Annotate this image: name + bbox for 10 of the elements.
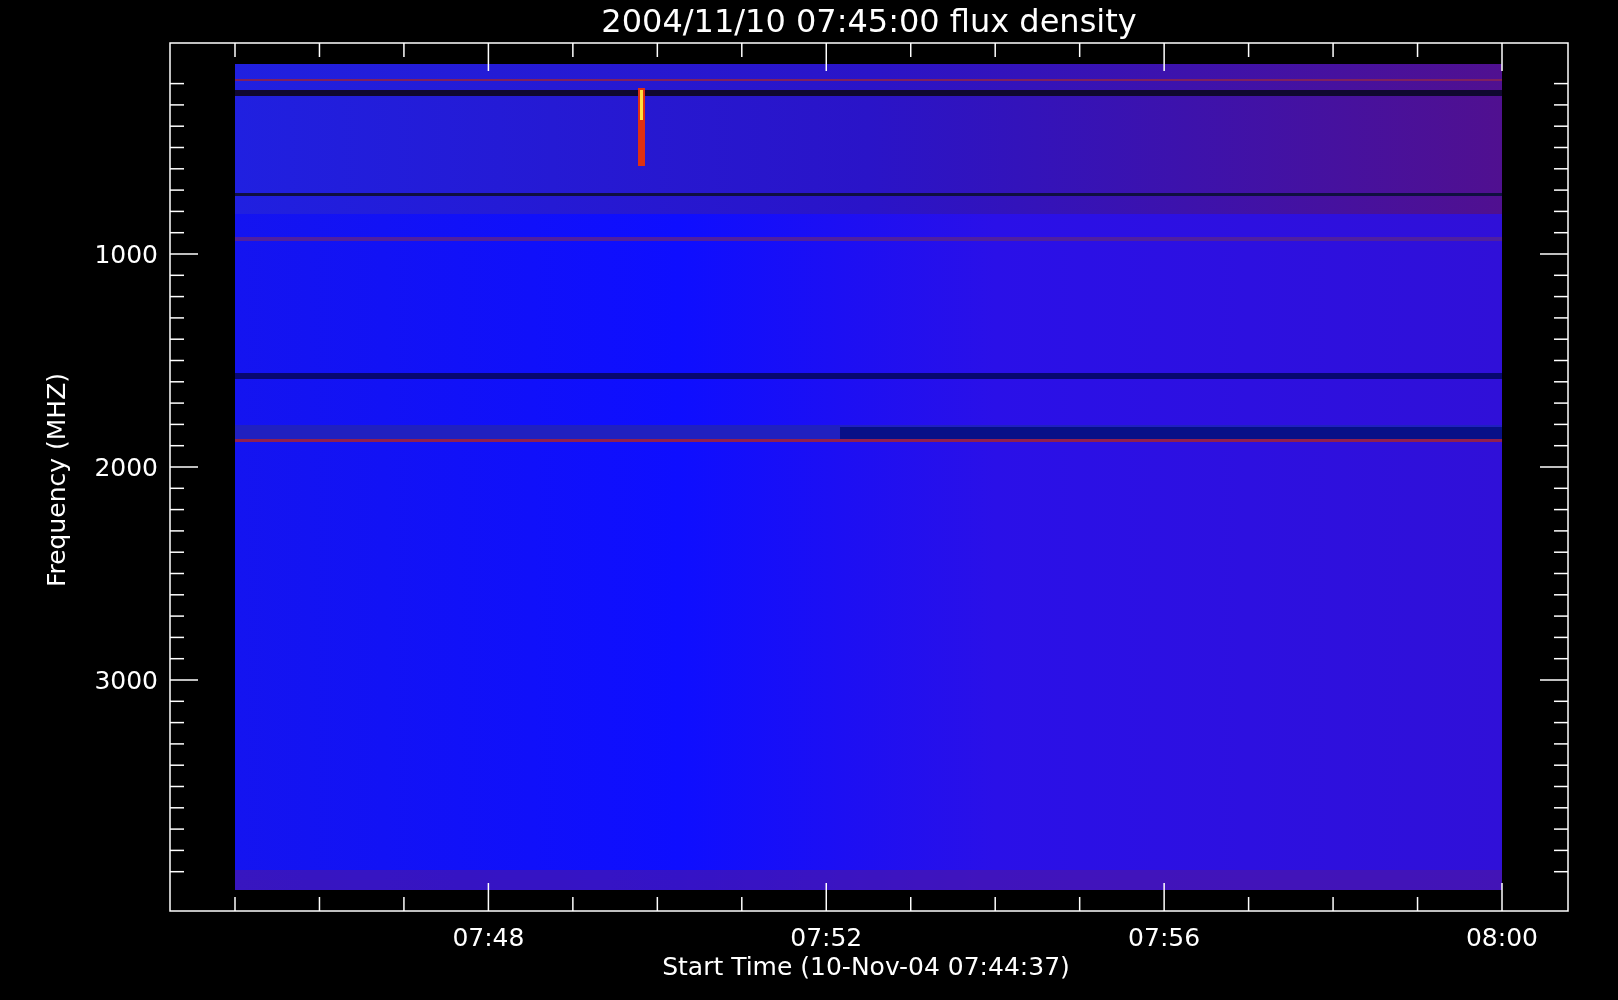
chart-title: 2004/11/10 07:45:00 flux density (601, 2, 1137, 40)
x-tick-label: 07:52 (790, 923, 863, 952)
x-tick-label: 08:00 (1466, 923, 1538, 952)
x-tick-label: 07:48 (452, 923, 525, 952)
y-tick-label: 2000 (94, 453, 158, 482)
y-tick-label: 3000 (94, 666, 158, 695)
x-axis-label: Start Time (10-Nov-04 07:44:37) (662, 952, 1070, 981)
x-tick-label: 07:56 (1128, 923, 1201, 952)
y-axis-label: Frequency (MHZ) (42, 372, 71, 588)
y-tick-label: 1000 (94, 240, 158, 269)
